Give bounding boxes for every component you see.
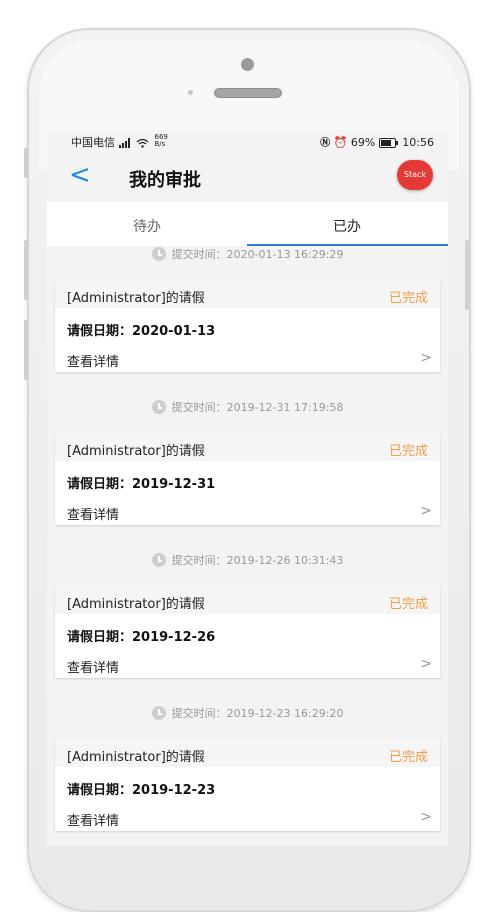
- clock-icon: [151, 400, 166, 414]
- power-button: [465, 240, 469, 310]
- approval-list: 提交时间：2020-01-13 16:29:29 [Administrator]…: [47, 246, 448, 846]
- request-title: [Administrator]的请假: [67, 444, 205, 459]
- volume-up-button: [24, 240, 28, 300]
- list-item: 提交时间：2020-01-13 16:29:29 [Administrator]…: [47, 246, 448, 399]
- submit-time-row: 提交时间：2019-12-31 17:19:58: [47, 399, 448, 421]
- status-badge: 已完成: [388, 444, 428, 459]
- view-details-link[interactable]: 查看详情: [67, 504, 119, 523]
- list-item: 提交时间：2019-12-31 17:19:58 [Administrator]…: [47, 399, 448, 552]
- stack-button[interactable]: Stack: [397, 160, 433, 190]
- tab-done[interactable]: 已办: [333, 216, 361, 236]
- proximity-sensor: [188, 90, 193, 95]
- submit-time-row: 提交时间：2019-12-23 16:29:20: [47, 705, 448, 727]
- status-right: Ⓝ ⏰ 69% 10:56: [320, 134, 434, 149]
- view-details-link[interactable]: 查看详情: [67, 810, 119, 829]
- battery-icon: [378, 138, 398, 148]
- card-header: [Administrator]的请假 已完成: [55, 739, 440, 767]
- leave-date: 请假日期：2019-12-26: [67, 630, 216, 645]
- chevron-right-icon[interactable]: >: [420, 656, 432, 672]
- leave-date: 请假日期：2020-01-13: [67, 324, 216, 339]
- submit-time: 提交时间：2020-01-13 16:29:29: [171, 248, 344, 261]
- list-item: 提交时间：2019-12-23 16:29:20 [Administrator]…: [47, 705, 448, 846]
- request-title: [Administrator]的请假: [67, 597, 205, 612]
- clock-time: 10:56: [402, 136, 434, 149]
- approval-card[interactable]: [Administrator]的请假 已完成 请假日期：2019-12-31 查…: [55, 433, 440, 525]
- submit-time-row: 提交时间：2019-12-26 10:31:43: [47, 552, 448, 574]
- status-bar: 中国电信 669 B/s Ⓝ ⏰ 69% 10:56: [47, 130, 448, 152]
- chevron-right-icon[interactable]: >: [420, 350, 432, 366]
- nfc-icon: Ⓝ: [320, 138, 331, 149]
- approval-card[interactable]: [Administrator]的请假 已完成 请假日期：2019-12-26 查…: [55, 586, 440, 678]
- alarm-icon: ⏰: [333, 136, 348, 149]
- tab-bar: 待办 已办: [47, 202, 448, 246]
- view-details-link[interactable]: 查看详情: [67, 351, 119, 370]
- view-details-link[interactable]: 查看详情: [67, 657, 119, 676]
- status-badge: 已完成: [388, 597, 428, 612]
- clock-icon: [151, 247, 166, 261]
- chevron-right-icon[interactable]: >: [420, 809, 432, 825]
- request-title: [Administrator]的请假: [67, 750, 205, 765]
- submit-time: 提交时间：2019-12-23 16:29:20: [171, 707, 344, 720]
- leave-date: 请假日期：2019-12-31: [67, 477, 216, 492]
- battery-percent: 69%: [350, 136, 376, 149]
- signal-icon: [118, 138, 130, 148]
- list-item: 提交时间：2019-12-26 10:31:43 [Administrator]…: [47, 552, 448, 705]
- app-screen: 中国电信 669 B/s Ⓝ ⏰ 69% 10:56 < 我的审批 Stack …: [47, 130, 448, 846]
- submit-time: 提交时间：2019-12-31 17:19:58: [171, 401, 344, 414]
- leave-date: 请假日期：2019-12-23: [67, 783, 216, 798]
- submit-time: 提交时间：2019-12-26 10:31:43: [171, 554, 344, 567]
- clock-icon: [151, 706, 166, 720]
- chevron-right-icon[interactable]: >: [420, 503, 432, 519]
- wifi-icon: [136, 138, 149, 148]
- status-badge: 已完成: [388, 291, 428, 306]
- card-header: [Administrator]的请假 已完成: [55, 586, 440, 614]
- status-left: 中国电信 669 B/s: [71, 134, 168, 150]
- approval-card[interactable]: [Administrator]的请假 已完成 请假日期：2019-12-23 查…: [55, 739, 440, 831]
- page-title: 我的审批: [129, 170, 201, 191]
- earpiece-speaker: [214, 88, 282, 98]
- mute-switch: [24, 148, 28, 178]
- approval-card[interactable]: [Administrator]的请假 已完成 请假日期：2020-01-13 查…: [55, 280, 440, 372]
- status-badge: 已完成: [388, 750, 428, 765]
- tab-pending[interactable]: 待办: [133, 216, 161, 236]
- clock-icon: [151, 553, 166, 567]
- navigation-bar: < 我的审批 Stack: [47, 152, 448, 202]
- card-header: [Administrator]的请假 已完成: [55, 280, 440, 308]
- carrier-label: 中国电信: [71, 136, 115, 149]
- submit-time-row: 提交时间：2020-01-13 16:29:29: [47, 246, 448, 268]
- front-camera: [241, 58, 254, 71]
- request-title: [Administrator]的请假: [67, 291, 205, 306]
- back-chevron-icon[interactable]: <: [69, 162, 91, 188]
- volume-down-button: [24, 320, 28, 380]
- network-speed: 669 B/s: [154, 133, 168, 148]
- card-header: [Administrator]的请假 已完成: [55, 433, 440, 461]
